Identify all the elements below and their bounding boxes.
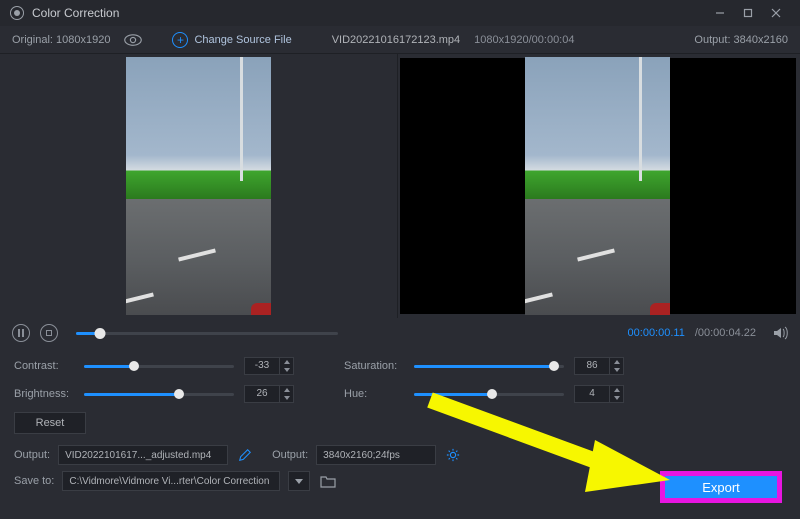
- hue-label: Hue:: [344, 388, 404, 400]
- saturation-step-down[interactable]: [610, 366, 623, 374]
- original-resolution-label: Original: 1080x1920: [12, 34, 110, 46]
- info-bar: Original: 1080x1920 + Change Source File…: [0, 26, 800, 54]
- hue-value[interactable]: 4: [574, 385, 610, 403]
- save-path-dropdown[interactable]: [288, 471, 310, 491]
- window-title: Color Correction: [32, 6, 119, 20]
- brightness-control: Brightness: 26: [14, 385, 314, 403]
- edit-filename-icon[interactable]: [236, 446, 254, 464]
- brightness-label: Brightness:: [14, 388, 74, 400]
- brightness-slider[interactable]: [84, 393, 234, 396]
- volume-icon[interactable]: [772, 325, 788, 341]
- output-filename-field[interactable]: VID2022101617..._adjusted.mp4: [58, 445, 228, 465]
- hue-control: Hue: 4: [344, 385, 644, 403]
- output-settings-icon[interactable]: [444, 446, 462, 464]
- stop-button[interactable]: [40, 324, 58, 342]
- time-current: 00:00:00.11: [628, 327, 685, 339]
- original-preview-pane: [0, 54, 398, 318]
- hue-slider[interactable]: [414, 393, 564, 396]
- output-format-label: Output:: [272, 449, 308, 461]
- pause-button[interactable]: [12, 324, 30, 342]
- brightness-value[interactable]: 26: [244, 385, 280, 403]
- contrast-label: Contrast:: [14, 360, 74, 372]
- brightness-step-down[interactable]: [280, 394, 293, 402]
- change-source-label: Change Source File: [194, 34, 291, 46]
- output-preview-pane: [400, 58, 797, 314]
- titlebar: Color Correction: [0, 0, 800, 26]
- maximize-button[interactable]: [734, 0, 762, 26]
- color-controls: Contrast: -33 Saturation: 86 Brightness:…: [0, 348, 800, 436]
- minimize-button[interactable]: [706, 0, 734, 26]
- export-button[interactable]: Export: [661, 472, 781, 502]
- output-file-label: Output:: [14, 449, 50, 461]
- close-button[interactable]: [762, 0, 790, 26]
- original-video-frame: [126, 57, 271, 315]
- contrast-control: Contrast: -33: [14, 357, 314, 375]
- reset-button[interactable]: Reset: [14, 412, 86, 434]
- hue-step-down[interactable]: [610, 394, 623, 402]
- source-filename: VID20221016172123.mp4: [332, 34, 460, 46]
- contrast-slider[interactable]: [84, 365, 234, 368]
- output-resolution-label: Output: 3840x2160: [694, 34, 788, 46]
- change-source-button[interactable]: + Change Source File: [172, 32, 291, 48]
- saturation-slider[interactable]: [414, 365, 564, 368]
- output-format-field[interactable]: 3840x2160;24fps: [316, 445, 436, 465]
- contrast-value[interactable]: -33: [244, 357, 280, 375]
- save-to-label: Save to:: [14, 475, 54, 487]
- hue-step-up[interactable]: [610, 386, 623, 394]
- saturation-value[interactable]: 86: [574, 357, 610, 375]
- brightness-step-up[interactable]: [280, 386, 293, 394]
- timeline-row: 00:00:00.11/00:00:04.22: [0, 318, 800, 348]
- saturation-step-up[interactable]: [610, 358, 623, 366]
- output-video-frame: [525, 57, 670, 315]
- eye-icon[interactable]: [124, 34, 142, 46]
- plus-icon: +: [172, 32, 188, 48]
- time-total: /00:00:04.22: [695, 327, 756, 339]
- source-meta: 1080x1920/00:00:04: [474, 34, 574, 46]
- preview-area: [0, 54, 800, 318]
- saturation-label: Saturation:: [344, 360, 404, 372]
- save-path-field[interactable]: C:\Vidmore\Vidmore Vi...rter\Color Corre…: [62, 471, 280, 491]
- contrast-step-down[interactable]: [280, 366, 293, 374]
- saturation-control: Saturation: 86: [344, 357, 644, 375]
- playback-slider[interactable]: [76, 332, 338, 335]
- contrast-step-up[interactable]: [280, 358, 293, 366]
- open-folder-icon[interactable]: [318, 473, 338, 489]
- app-icon: [10, 6, 24, 20]
